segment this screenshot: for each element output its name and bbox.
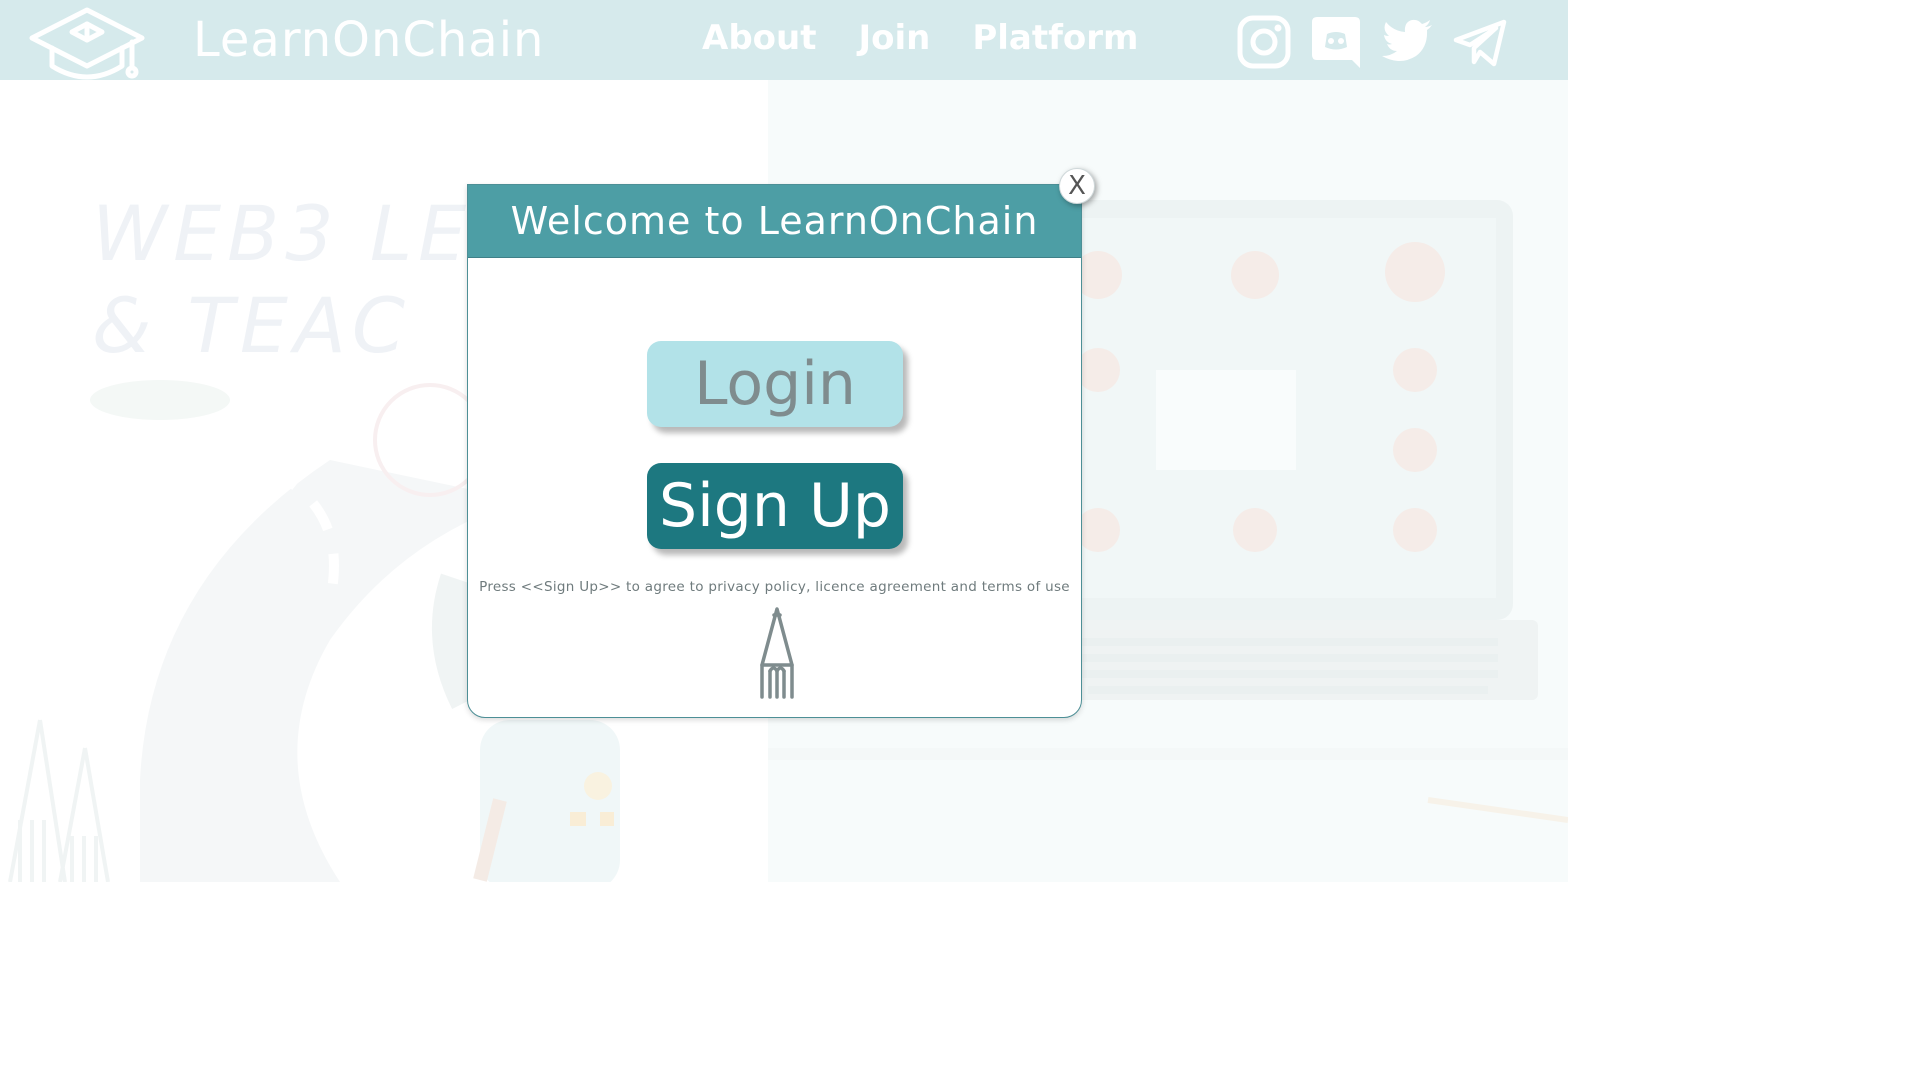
top-navbar: LearnOnChain About Join Platform [0, 0, 1568, 80]
nav-link-platform[interactable]: Platform [972, 18, 1138, 58]
brand-name[interactable]: LearnOnChain [193, 12, 544, 68]
nav-link-join[interactable]: Join [858, 18, 930, 58]
hero-headline: WEB3 LEA & TEAC [92, 188, 530, 372]
login-button[interactable]: Login [647, 341, 903, 427]
hero-title-line-1: WEB3 LEA [92, 189, 531, 278]
close-modal-button[interactable]: X [1059, 168, 1095, 204]
pencil-logo-icon [760, 607, 794, 699]
nav-links: About Join Platform [702, 18, 1138, 58]
signup-button[interactable]: Sign Up [647, 463, 903, 549]
graduation-cap-logo-icon[interactable] [28, 2, 146, 80]
discord-icon[interactable] [1308, 14, 1364, 70]
hero-title-line-2: & TEAC [92, 281, 411, 370]
instagram-icon[interactable] [1236, 14, 1292, 70]
social-links [1236, 14, 1508, 70]
nav-link-about[interactable]: About [702, 18, 816, 58]
modal-title: Welcome to LearnOnChain [468, 185, 1081, 258]
terms-notice: Press <<Sign Up>> to agree to privacy po… [479, 579, 1070, 595]
welcome-modal: Welcome to LearnOnChain Login Sign Up Pr… [467, 184, 1082, 718]
twitter-icon[interactable] [1380, 14, 1436, 70]
telegram-icon[interactable] [1452, 14, 1508, 70]
